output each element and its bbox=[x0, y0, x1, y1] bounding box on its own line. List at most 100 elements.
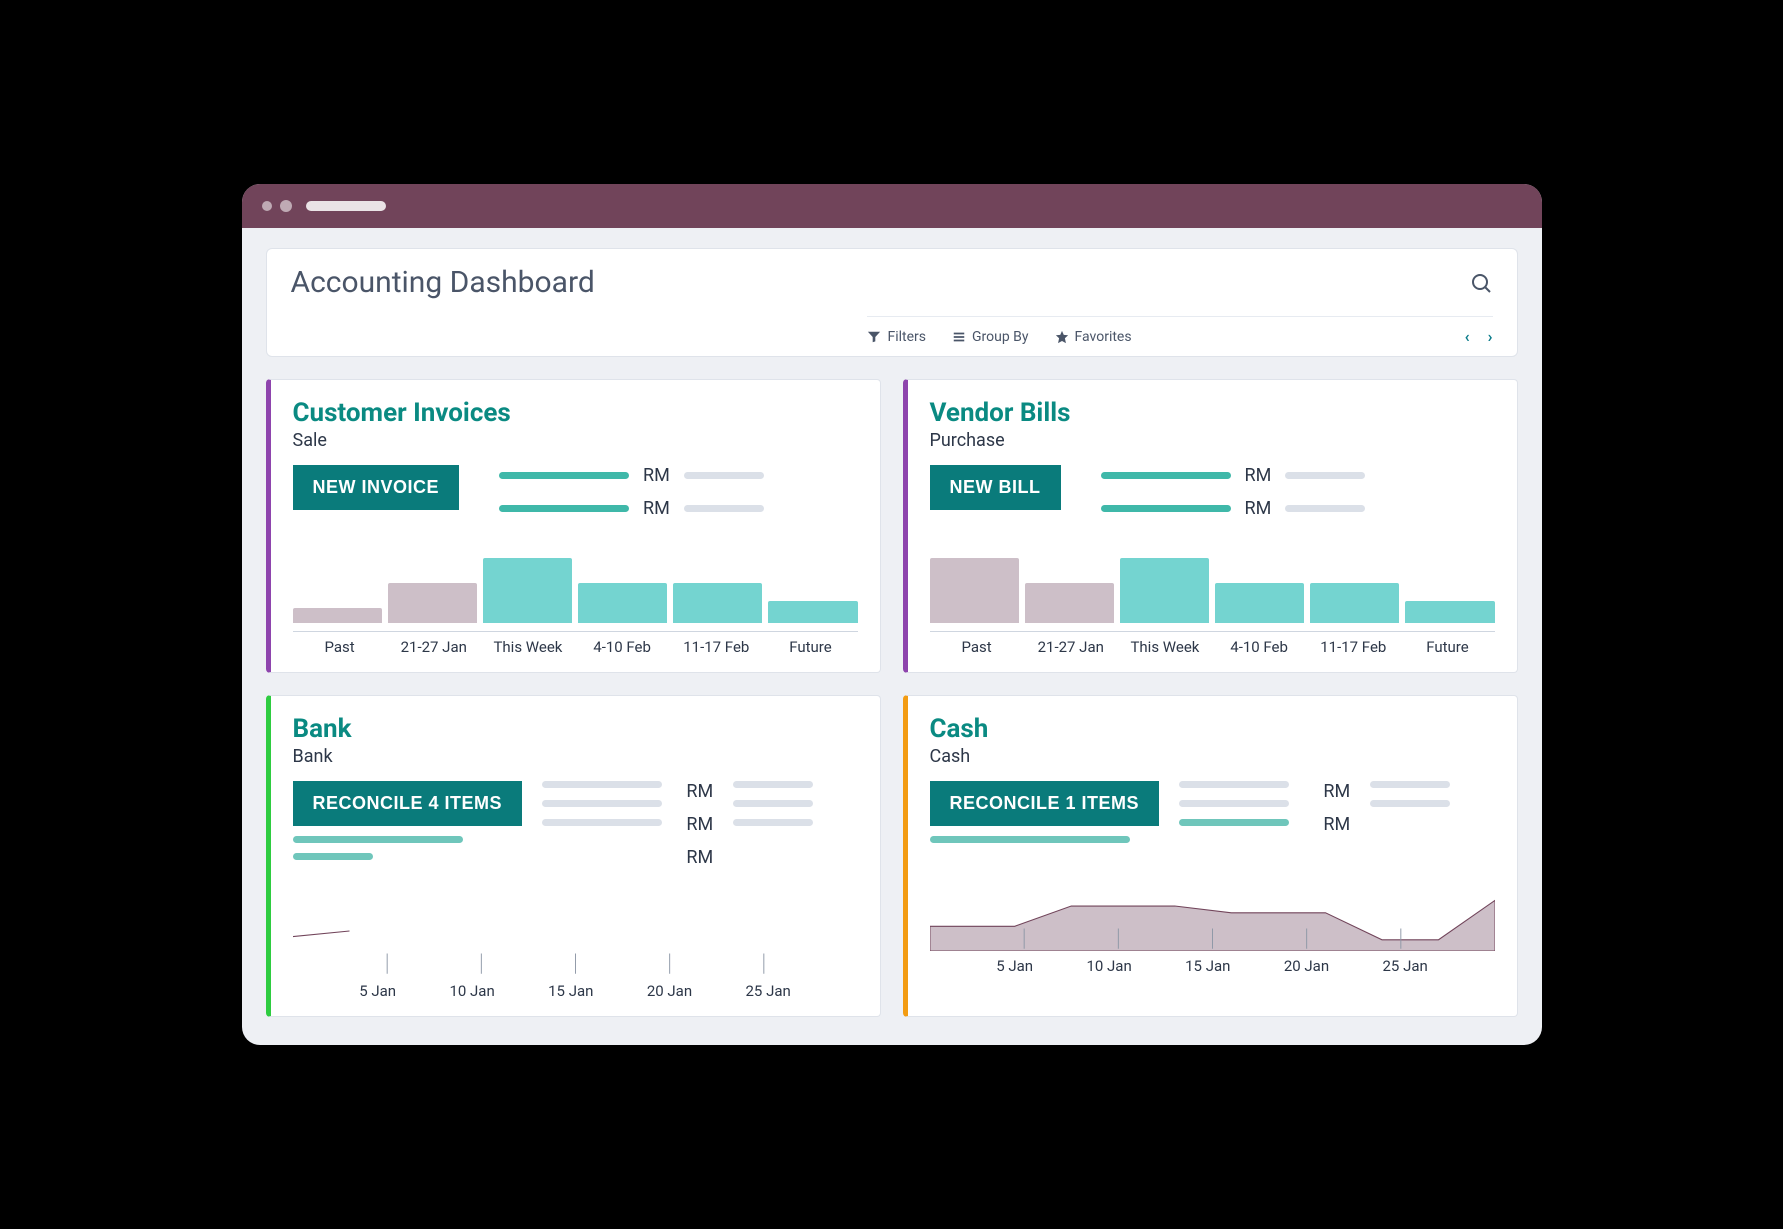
bar-x-axis: Past21-27 JanThis Week4-10 Feb11-17 FebF… bbox=[930, 631, 1495, 656]
favorites-button[interactable]: Favorites bbox=[1055, 329, 1132, 345]
groupby-label: Group By bbox=[972, 329, 1029, 345]
placeholder-bar bbox=[1101, 472, 1231, 479]
axis-tick-label: 25 Jan bbox=[746, 982, 791, 1000]
currency-label: RM bbox=[686, 814, 713, 835]
chart-bar bbox=[483, 558, 572, 623]
window-address-bar bbox=[306, 201, 386, 211]
filters-label: Filters bbox=[887, 329, 926, 345]
window-dot bbox=[280, 200, 292, 212]
axis-tick-label: 20 Jan bbox=[1284, 957, 1329, 975]
app-window: Accounting Dashboard Filters Group By Fa… bbox=[242, 184, 1542, 1045]
placeholder-bar bbox=[1179, 781, 1289, 788]
axis-tick-label: This Week bbox=[481, 638, 575, 656]
bills-bar-chart bbox=[930, 543, 1495, 623]
placeholder-bar bbox=[1370, 781, 1450, 788]
card-title[interactable]: Cash bbox=[930, 714, 1495, 744]
card-vendor-bills: Vendor Bills Purchase NEW BILL RM RM bbox=[903, 379, 1518, 673]
search-icon[interactable] bbox=[1469, 271, 1493, 295]
funnel-icon bbox=[867, 330, 881, 344]
card-subtitle: Sale bbox=[293, 430, 858, 451]
placeholder-bar bbox=[1179, 800, 1289, 807]
card-title[interactable]: Bank bbox=[293, 714, 858, 744]
currency-label: RM bbox=[1245, 465, 1272, 486]
window-dot bbox=[262, 201, 272, 211]
placeholder-bar bbox=[499, 505, 629, 512]
placeholder-bar bbox=[684, 472, 764, 479]
placeholder-bar bbox=[1101, 505, 1231, 512]
chart-bar bbox=[1405, 601, 1494, 623]
currency-label: RM bbox=[1323, 781, 1350, 802]
chart-bar bbox=[1310, 583, 1399, 623]
groupby-button[interactable]: Group By bbox=[952, 329, 1029, 345]
chart-bar bbox=[578, 583, 667, 623]
axis-tick-label: Past bbox=[293, 638, 387, 656]
next-button[interactable]: › bbox=[1488, 327, 1493, 346]
invoices-bar-chart bbox=[293, 543, 858, 623]
chart-bar bbox=[768, 601, 857, 623]
prev-button[interactable]: ‹ bbox=[1465, 327, 1470, 346]
chart-bar bbox=[1025, 583, 1114, 623]
placeholder-bar bbox=[1370, 800, 1450, 807]
page-title: Accounting Dashboard bbox=[291, 265, 595, 300]
cash-area-chart bbox=[930, 861, 1495, 951]
axis-tick-label: 25 Jan bbox=[1383, 957, 1428, 975]
area-x-axis: 5 Jan10 Jan15 Jan20 Jan25 Jan bbox=[930, 951, 1495, 975]
axis-tick-label: Past bbox=[930, 638, 1024, 656]
placeholder-bar bbox=[293, 836, 463, 843]
new-invoice-button[interactable]: NEW INVOICE bbox=[293, 465, 460, 510]
metric-row: RM bbox=[1101, 465, 1495, 486]
card-customer-invoices: Customer Invoices Sale NEW INVOICE RM RM bbox=[266, 379, 881, 673]
card-subtitle: Purchase bbox=[930, 430, 1495, 451]
star-icon bbox=[1055, 330, 1069, 344]
placeholder-bar bbox=[1285, 472, 1365, 479]
currency-label: RM bbox=[686, 847, 713, 868]
metric-row: RM bbox=[499, 465, 857, 486]
favorites-label: Favorites bbox=[1075, 329, 1132, 345]
card-subtitle: Cash bbox=[930, 746, 1495, 767]
card-subtitle: Bank bbox=[293, 746, 858, 767]
chart-bar bbox=[388, 583, 477, 623]
metric-row: RM bbox=[1101, 498, 1495, 519]
placeholder-bar bbox=[499, 472, 629, 479]
chart-bar bbox=[1120, 558, 1209, 623]
reconcile-cash-button[interactable]: RECONCILE 1 ITEMS bbox=[930, 781, 1160, 826]
bar-x-axis: Past21-27 JanThis Week4-10 Feb11-17 FebF… bbox=[293, 631, 858, 656]
card-title[interactable]: Customer Invoices bbox=[293, 398, 858, 428]
placeholder-bar bbox=[293, 853, 373, 860]
currency-label: RM bbox=[1245, 498, 1272, 519]
chart-bar bbox=[1215, 583, 1304, 623]
currency-label: RM bbox=[1323, 814, 1350, 835]
window-titlebar bbox=[242, 184, 1542, 228]
chart-bar bbox=[673, 583, 762, 623]
filters-button[interactable]: Filters bbox=[867, 329, 926, 345]
placeholder-bar bbox=[733, 800, 813, 807]
area-x-axis: 5 Jan10 Jan15 Jan20 Jan25 Jan bbox=[293, 976, 858, 1000]
currency-label: RM bbox=[643, 498, 670, 519]
currency-label: RM bbox=[643, 465, 670, 486]
placeholder-bar bbox=[542, 819, 662, 826]
reconcile-bank-button[interactable]: RECONCILE 4 ITEMS bbox=[293, 781, 523, 826]
axis-tick-label: 5 Jan bbox=[996, 957, 1033, 975]
axis-tick-label: 15 Jan bbox=[1185, 957, 1230, 975]
placeholder-bar bbox=[733, 781, 813, 788]
card-bank: Bank Bank RECONCILE 4 ITEMS RM bbox=[266, 695, 881, 1017]
axis-tick-label: 15 Jan bbox=[548, 982, 593, 1000]
placeholder-bar bbox=[930, 836, 1130, 843]
bank-area-chart bbox=[293, 886, 858, 976]
card-cash: Cash Cash RECONCILE 1 ITEMS RM RM bbox=[903, 695, 1518, 1017]
axis-tick-label: 11-17 Feb bbox=[669, 638, 763, 656]
axis-tick-label: Future bbox=[1400, 638, 1494, 656]
card-title[interactable]: Vendor Bills bbox=[930, 398, 1495, 428]
axis-tick-label: 4-10 Feb bbox=[1212, 638, 1306, 656]
list-icon bbox=[952, 330, 966, 344]
placeholder-bar bbox=[542, 800, 662, 807]
currency-label: RM bbox=[686, 781, 713, 802]
placeholder-bar bbox=[1179, 819, 1289, 826]
new-bill-button[interactable]: NEW BILL bbox=[930, 465, 1061, 510]
axis-tick-label: 10 Jan bbox=[449, 982, 494, 1000]
axis-tick-label: 21-27 Jan bbox=[387, 638, 481, 656]
placeholder-bar bbox=[733, 819, 813, 826]
axis-tick-label: 11-17 Feb bbox=[1306, 638, 1400, 656]
axis-tick-label: This Week bbox=[1118, 638, 1212, 656]
placeholder-bar bbox=[542, 781, 662, 788]
